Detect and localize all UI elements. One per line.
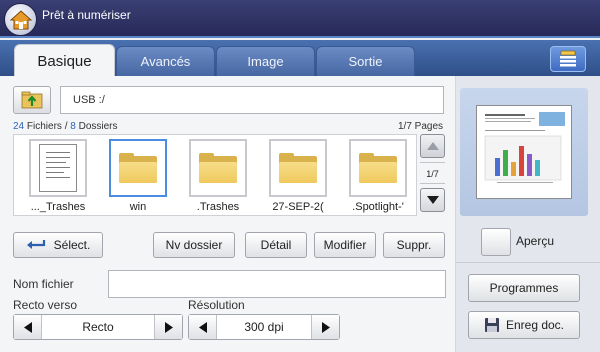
file-name: 27-SEP-2( [272,201,324,213]
file-item[interactable]: win [104,139,172,215]
detail-button[interactable]: Détail [245,232,307,258]
file-thumbnail [189,139,247,197]
job-list-icon [560,50,576,67]
home-icon [9,9,32,29]
preview-label: Aperçu [516,234,555,248]
file-thumbnail [29,139,87,197]
folder-icon [279,153,317,183]
files-count: 24 [13,121,25,132]
duplex-next-button[interactable] [154,315,182,339]
scroll-down-button[interactable] [420,188,445,212]
tab-basique[interactable]: Basique [14,44,115,78]
save-document-button[interactable]: Enreg doc. [468,311,580,339]
home-button[interactable] [4,3,37,36]
title-bar: Prêt à numériser [0,0,600,38]
file-thumbnail [349,139,407,197]
folders-label: Dossiers [78,121,118,132]
resolution-label: Résolution [188,298,245,312]
preview-checkbox[interactable] [481,228,511,256]
duplex-value: Recto [82,320,114,334]
page-counter: 1/7 Pages [398,121,444,132]
duplex-selector: Recto [13,314,183,340]
duplex-prev-button[interactable] [14,315,42,339]
select-button-label: Sélect. [53,238,91,252]
folder-icon [119,153,157,183]
files-label: Fichiers / [26,121,68,132]
folders-count: 8 [70,121,76,132]
file-item[interactable]: .Spotlight-' [344,139,412,215]
job-status-button[interactable] [550,46,586,72]
file-browser: ..._Trashes win .Trashes 27-SEP-2( .Spot… [13,134,417,216]
current-path-field: USB :/ [60,86,444,114]
file-item[interactable]: ..._Trashes [24,139,92,215]
file-thumbnail [269,139,327,197]
modify-button[interactable]: Modifier [314,232,376,258]
file-name: .Trashes [196,201,240,213]
delete-button[interactable]: Suppr. [383,232,445,258]
select-button[interactable]: Sélect. [13,232,103,258]
preview-thumbnail[interactable] [460,88,588,216]
tab-image[interactable]: Image [216,46,315,76]
file-name: win [129,201,147,213]
save-document-label: Enreg doc. [505,318,565,332]
resolution-selector: 300 dpi [188,314,340,340]
file-scroller: 1/7 [417,134,447,216]
tab-avances[interactable]: Avancés [116,46,215,76]
folder-icon [359,153,397,183]
filename-field[interactable] [108,270,446,298]
preview-page [476,105,572,199]
resolution-prev-button[interactable] [189,315,217,339]
file-name: .Spotlight-' [352,201,404,213]
filename-label: Nom fichier [13,277,74,291]
arrow-left-icon [23,321,32,333]
tab-sortie[interactable]: Sortie [316,46,415,76]
page-title: Prêt à numériser [42,8,131,22]
file-item[interactable]: .Trashes [184,139,252,215]
folder-up-icon [21,91,43,109]
duplex-label: Recto verso [13,298,78,312]
panel-divider [456,262,600,263]
preview-panel: Aperçu Programmes Enreg doc. [455,76,600,352]
folder-icon [199,153,237,183]
file-thumbnail [109,139,167,197]
parent-folder-button[interactable] [13,86,51,114]
arrow-down-icon [426,196,439,204]
enter-arrow-icon [26,240,45,249]
new-folder-button[interactable]: Nv dossier [153,232,235,258]
arrow-right-icon [321,321,330,333]
tab-bar: Basique Avancés Image Sortie [0,40,600,78]
document-icon [39,144,77,192]
file-item[interactable]: 27-SEP-2( [264,139,332,215]
file-folder-counts: 24 Fichiers / 8 Dossiers [13,121,118,132]
arrow-up-icon [426,142,439,150]
resolution-value: 300 dpi [244,320,284,334]
scroll-page-indicator: 1/7 [420,162,445,184]
scroll-up-button[interactable] [420,134,445,158]
file-name: ..._Trashes [30,201,86,213]
arrow-right-icon [164,321,173,333]
programs-button[interactable]: Programmes [468,274,580,302]
main-content: USB :/ 24 Fichiers / 8 Dossiers 1/7 Page… [0,76,600,352]
arrow-left-icon [198,321,207,333]
resolution-next-button[interactable] [311,315,339,339]
floppy-disk-icon [484,318,499,332]
preview-document-image [484,112,565,183]
